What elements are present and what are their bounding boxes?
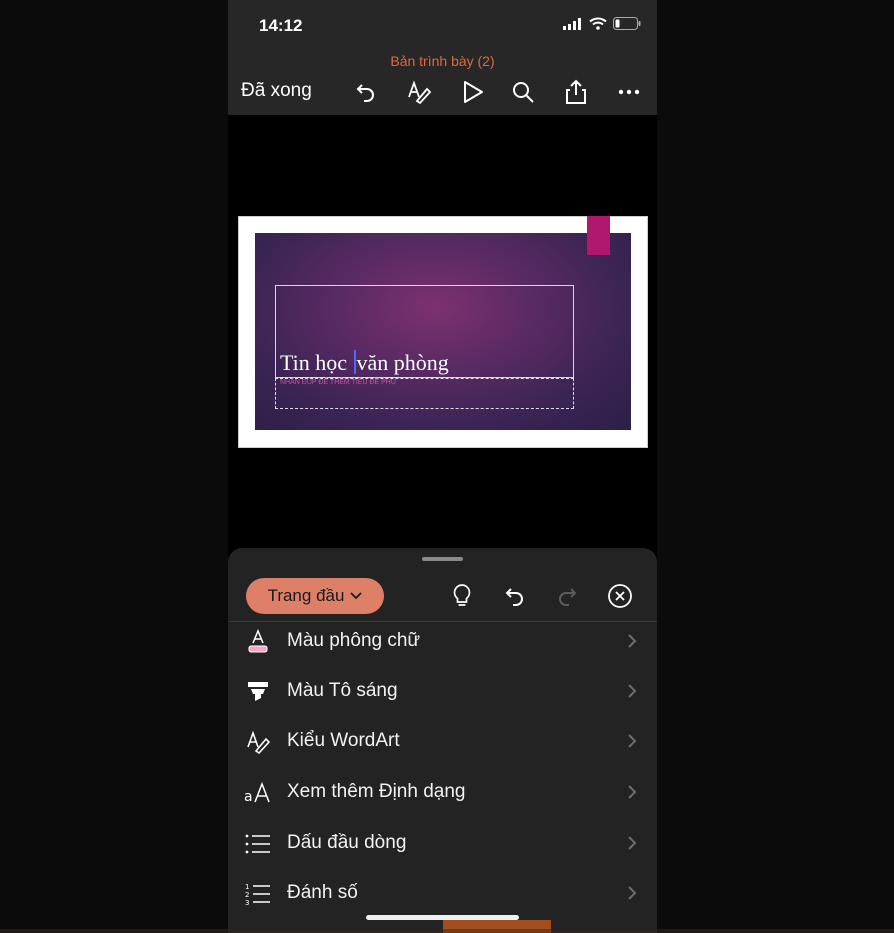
text-cursor	[353, 350, 356, 374]
redo-icon	[551, 580, 583, 612]
wifi-icon	[589, 17, 607, 30]
more-icon[interactable]	[613, 76, 645, 108]
ribbon-tab-label: Trang đầu	[267, 586, 345, 605]
drag-handle[interactable]	[422, 557, 463, 561]
menu-item-bullets[interactable]: Dấu đầu dòng	[228, 819, 657, 869]
svg-text:1: 1	[245, 883, 249, 891]
status-time: 14:12	[259, 16, 303, 35]
ribbon-tab-button[interactable]: Trang đầu	[246, 578, 384, 614]
menu-item-label: Màu Tô sáng	[287, 680, 398, 701]
search-icon[interactable]	[507, 76, 539, 108]
chevron-right-icon	[628, 734, 637, 748]
svg-text:3: 3	[245, 899, 249, 906]
chevron-down-icon	[350, 592, 363, 600]
pen-icon[interactable]	[403, 76, 435, 108]
highlight-icon	[243, 677, 273, 707]
play-icon[interactable]	[457, 76, 489, 108]
title-text-before: Tin học	[280, 350, 348, 375]
title-text-after: văn phòng	[356, 350, 449, 375]
menu-item-wordart-style[interactable]: Kiểu WordArt	[228, 717, 657, 767]
menu-item-label: Màu phông chữ	[287, 630, 421, 651]
menu-item-label: Xem thêm Định dạng	[287, 781, 466, 802]
lightbulb-icon[interactable]	[446, 580, 478, 612]
close-circle-icon[interactable]	[604, 580, 636, 612]
menu-item-numbering[interactable]: 123 Đánh số	[228, 869, 657, 919]
subtitle-placeholder-text: NHẤN ĐÚP ĐỂ THÊM TIÊU ĐỀ PHỤ	[280, 379, 396, 386]
chevron-right-icon	[628, 785, 637, 799]
menu-item-label: Dấu đầu dòng	[287, 832, 407, 853]
battery-icon	[613, 17, 641, 30]
bullets-icon	[243, 829, 273, 859]
phone-screen: 14:12 Bản trình bày (2) Đã xong Tin học …	[228, 0, 657, 933]
chevron-right-icon	[628, 886, 637, 900]
status-icons	[563, 17, 641, 30]
menu-item-font-color[interactable]: Màu phông chữ	[228, 617, 657, 667]
chevron-right-icon	[628, 634, 637, 648]
app-header: 14:12 Bản trình bày (2) Đã xong	[228, 0, 657, 115]
slide-title[interactable]: Tin học văn phòng	[280, 350, 449, 376]
share-icon[interactable]	[560, 76, 592, 108]
formatting-panel: Trang đầu Màu phông chữ Màu Tô sáng Kiểu…	[228, 548, 657, 933]
document-title: Bản trình bày (2)	[390, 53, 495, 69]
wordart-icon	[243, 727, 273, 757]
more-formatting-icon: a	[243, 778, 273, 808]
done-button[interactable]: Đã xong	[241, 80, 312, 102]
font-color-icon	[243, 627, 273, 657]
menu-item-highlight-color[interactable]: Màu Tô sáng	[228, 667, 657, 717]
numbering-icon: 123	[243, 879, 273, 909]
menu-item-more-formatting[interactable]: a Xem thêm Định dạng	[228, 768, 657, 818]
menu-item-label: Kiểu WordArt	[287, 730, 400, 751]
svg-text:a: a	[244, 789, 253, 805]
signal-icon	[563, 17, 581, 30]
svg-text:2: 2	[245, 891, 249, 899]
menu-item-label: Đánh số	[287, 882, 358, 903]
slide-decoration	[587, 216, 610, 255]
chevron-right-icon	[628, 836, 637, 850]
chevron-right-icon	[628, 684, 637, 698]
undo-icon[interactable]	[350, 76, 382, 108]
undo-icon[interactable]	[499, 580, 531, 612]
screen-edge	[0, 929, 894, 933]
home-indicator[interactable]	[366, 915, 519, 920]
